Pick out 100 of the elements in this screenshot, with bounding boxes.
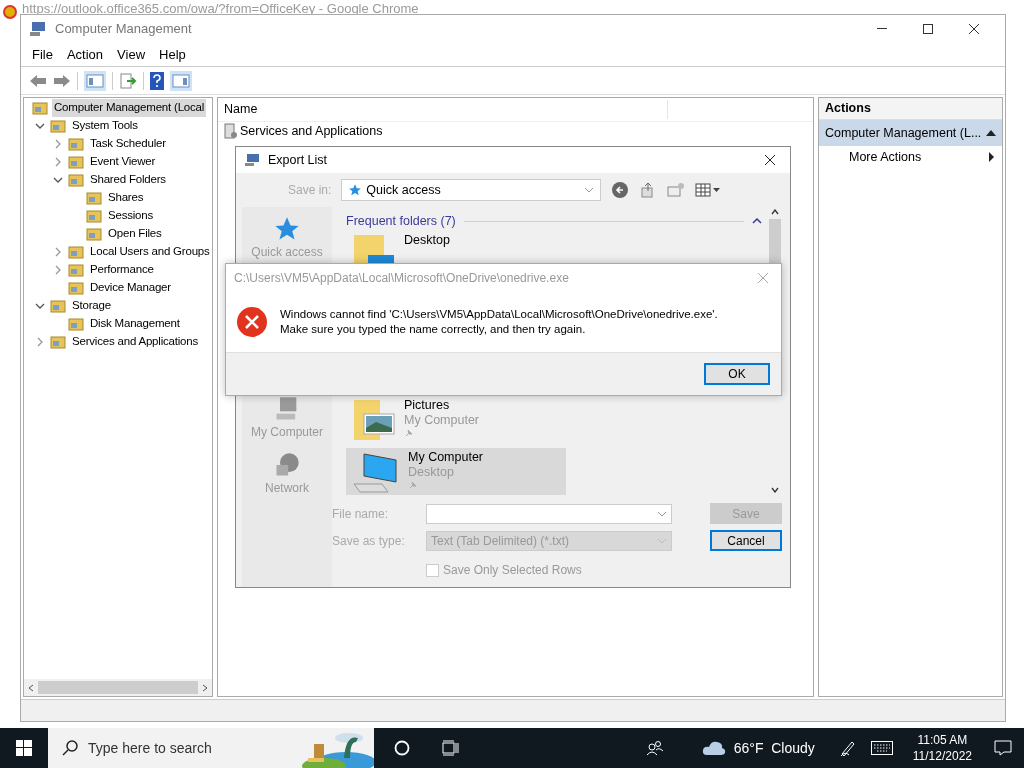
help-icon[interactable] [150,71,164,90]
view-menu-icon[interactable] [695,182,722,198]
computer-icon [352,450,400,494]
pin-icon [404,428,414,438]
tree-item[interactable]: Storage [70,297,113,315]
checkbox[interactable] [426,563,439,577]
back-icon[interactable] [611,181,630,199]
chevron-down-icon[interactable] [53,175,63,185]
save-in-dropdown[interactable]: Quick access [341,179,602,201]
file-name-field[interactable] [426,503,672,524]
menu-item[interactable]: Action [59,44,111,65]
checkbox-label: Save Only Selected Rows [443,562,582,579]
close-icon [757,272,769,284]
actions-header: Actions [819,98,1002,120]
pin-icon [408,480,418,490]
maximize-icon [923,24,933,34]
action-item[interactable]: More Actions [819,146,1002,168]
search-icon [62,740,78,756]
tree-item[interactable]: Open Files [106,225,164,243]
horizontal-scrollbar[interactable] [24,679,212,696]
dialog-title: C:\Users\VM5\AppData\Local\Microsoft\OneDrive\onedrive.exe [234,270,569,287]
tree-item[interactable]: Disk Management [88,315,182,333]
dialog-title: Export List [268,151,328,169]
export-icon[interactable] [119,71,137,90]
tree-item[interactable]: System Tools [70,117,140,135]
scroll-up-icon [771,209,779,215]
folder-icon [68,136,84,152]
save-type-label: Save as type: [332,532,406,550]
chevron-down-icon[interactable] [35,301,45,311]
chevron-right-icon[interactable] [53,265,63,275]
folder-icon [50,334,66,350]
folder-icon [86,190,102,206]
cancel-button[interactable]: Cancel [710,530,782,551]
computer-icon [29,21,47,37]
forward-icon[interactable] [53,73,71,88]
collapse-icon[interactable] [752,218,762,224]
chevron-right-icon[interactable] [35,337,45,347]
panel-icon[interactable] [170,70,192,91]
tree-item[interactable]: Local Users and Groups [88,243,212,261]
back-icon[interactable] [29,73,47,88]
scrollbar-thumb[interactable] [38,681,198,694]
submenu-icon [989,152,994,162]
group-header: Frequent folders (7) [346,212,456,230]
cloud-icon [701,740,726,756]
keyboard-icon[interactable] [870,741,893,755]
search-box[interactable]: Type here to search [48,728,374,768]
tree-item[interactable]: Shared Folders [88,171,168,189]
cortana-icon[interactable] [394,740,410,756]
tree-item[interactable]: Performance [88,261,156,279]
folder-item[interactable]: My Computer Desktop [346,448,566,495]
chevron-right-icon[interactable] [53,247,63,257]
close-icon [764,154,776,166]
tree-item[interactable]: Computer Management (Local [52,99,207,117]
folder-item[interactable]: Pictures My Computer [346,396,566,444]
pen-icon[interactable] [838,739,857,757]
folder-icon [68,316,84,332]
minimize-icon [877,28,887,30]
folder-icon [68,172,84,188]
notification-icon[interactable] [994,740,1012,756]
save-in-label: Save in: [288,182,332,199]
weather-widget[interactable]: 66°F Cloudy [697,737,819,759]
actions-section[interactable]: Computer Management (L... [819,120,1002,146]
list-item[interactable]: Services and Applications [240,121,383,141]
task-view-icon[interactable] [442,740,460,756]
folder-icon [68,262,84,278]
tree-item[interactable]: Shares [106,189,146,207]
folder-icon [86,226,102,242]
tree-item[interactable]: Device Manager [88,279,173,297]
tree-item[interactable]: Services and Applications [70,333,201,351]
panel-icon[interactable] [84,70,106,91]
folder-location: My Computer [404,413,480,428]
search-placeholder: Type here to search [88,738,212,758]
error-message: Make sure you typed the name correctly, and then try again. [280,322,587,337]
menu-item[interactable]: File [25,44,60,65]
people-icon[interactable] [645,739,664,757]
tree-item[interactable]: Sessions [106,207,156,225]
folder-icon [68,244,84,260]
tree-item[interactable]: Event Viewer [88,153,158,171]
ok-button[interactable]: OK [704,363,770,385]
tree-item[interactable]: Task Scheduler [88,135,168,153]
column-header[interactable]: Name [218,100,668,119]
clock[interactable]: 11:05 AM 11/12/2022 [908,732,976,764]
scroll-down-icon [771,487,779,493]
folder-name: My Computer [408,450,484,465]
scroll-left-icon [28,683,34,692]
chevron-right-icon[interactable] [53,157,63,167]
folder-location: Desktop [408,465,455,480]
close-icon [968,23,980,35]
computer-icon [244,153,260,167]
menu-item[interactable]: Help [152,44,193,65]
chrome-icon [3,5,17,19]
folder-icon [352,398,396,442]
chevron-down-icon[interactable] [35,121,45,131]
server-icon [224,123,238,139]
folder-name: Pictures [404,398,451,413]
folder-icon [32,100,48,116]
folder-icon [50,118,66,134]
menu-item[interactable]: View [110,44,153,65]
chevron-right-icon[interactable] [53,139,63,149]
scroll-right-icon [202,683,208,692]
